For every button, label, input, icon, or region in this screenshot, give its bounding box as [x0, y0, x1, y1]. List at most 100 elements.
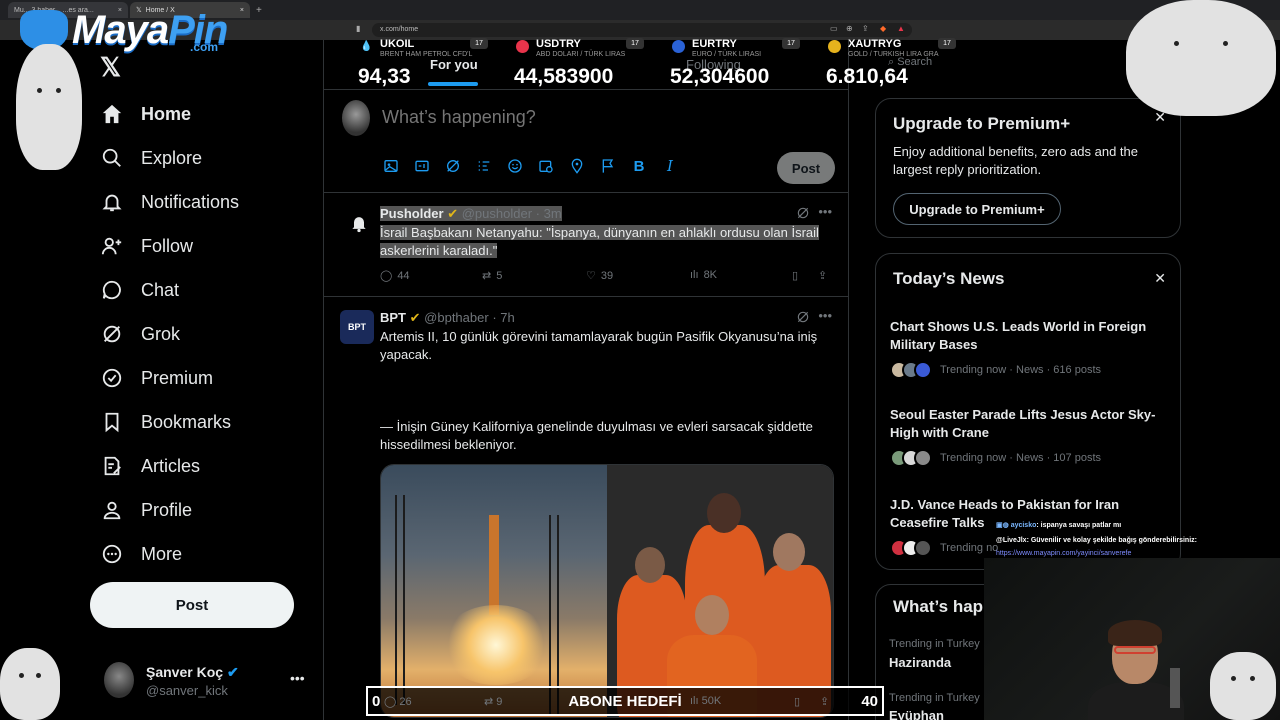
nav-item-premium[interactable]: Premium: [98, 356, 318, 400]
search-input[interactable]: ⌕ Search: [888, 56, 932, 69]
tweet-header: Pusholder ✔ @pusholder · 3m: [380, 206, 562, 222]
cast-icon[interactable]: ▭: [830, 24, 838, 33]
avatar[interactable]: BPT: [340, 310, 374, 344]
poll-icon[interactable]: [475, 157, 493, 175]
nav-label: Chat: [141, 279, 180, 300]
stream-chat: ▣◍ aycisko: ispanya savaşı patlar mı @Li…: [996, 519, 1276, 560]
bell-icon: [342, 206, 376, 240]
trend-context: Trending in Turkey: [889, 692, 980, 704]
account-switcher[interactable]: Şanver Koç ✔ @sanver_kick •••: [104, 660, 314, 704]
tweet-author[interactable]: Pusholder: [380, 206, 444, 221]
bookmark-icon[interactable]: ▯: [792, 269, 798, 282]
primary-nav: Home Explore Notifications Follow Chat G…: [98, 92, 318, 576]
share-icon: ⇪: [820, 696, 830, 708]
compose-input[interactable]: [382, 107, 822, 128]
nav-item-bookmarks[interactable]: Bookmarks: [98, 400, 318, 444]
nav-item-follow[interactable]: Follow: [98, 224, 318, 268]
person-icon: [98, 496, 126, 524]
x-logo-icon[interactable]: 𝕏: [100, 52, 121, 83]
image-icon[interactable]: [382, 157, 400, 175]
tweet-media[interactable]: [380, 464, 834, 718]
bookmark-icon[interactable]: ▮: [356, 24, 360, 33]
news-item-title: Chart Shows U.S. Leads World in Foreign …: [890, 319, 1147, 352]
grok-icon: [98, 320, 126, 348]
nav-label: Profile: [141, 499, 193, 520]
reply-button[interactable]: ◯ 44: [380, 269, 410, 283]
nav-item-grok[interactable]: Grok: [98, 312, 318, 356]
news-item[interactable]: Chart Shows U.S. Leads World in Foreign …: [890, 318, 1170, 380]
launch-tower: [395, 495, 405, 705]
location-icon[interactable]: [568, 157, 586, 175]
flag-icon: [516, 40, 529, 53]
nav-label: Home: [141, 103, 192, 124]
views-button[interactable]: ılı 8K: [690, 269, 717, 281]
upgrade-premium-button[interactable]: Upgrade to Premium+: [893, 193, 1061, 225]
streamer: [1108, 620, 1162, 646]
microphone: [1170, 668, 1180, 708]
bold-icon[interactable]: B: [630, 157, 648, 175]
cat-sticker: [16, 44, 82, 170]
nav-item-notifications[interactable]: Notifications: [98, 180, 318, 224]
trend-name[interactable]: Haziranda: [889, 655, 951, 670]
tweet-handle[interactable]: @pusholder: [462, 206, 532, 221]
nav-item-profile[interactable]: Profile: [98, 488, 318, 532]
logo-suffix: .com: [190, 40, 219, 54]
schedule-icon[interactable]: [537, 157, 555, 175]
chat-bubble-icon: [98, 276, 126, 304]
news-item-meta: Trending now · News · 616 posts: [890, 360, 1170, 380]
new-tab-icon[interactable]: +: [252, 5, 262, 16]
trend-name[interactable]: Eyüphan: [889, 708, 944, 720]
more-circle-icon: [98, 540, 126, 568]
whats-happening-title: What’s hap: [893, 597, 984, 616]
rewards-icon[interactable]: ▲: [897, 24, 905, 33]
trend-context: Trending in Turkey: [889, 638, 980, 650]
heart-icon: ♡: [586, 270, 596, 282]
nav-item-chat[interactable]: Chat: [98, 268, 318, 312]
like-button[interactable]: ♡ 39: [586, 269, 613, 283]
nav-item-articles[interactable]: Articles: [98, 444, 318, 488]
gif-icon[interactable]: [413, 157, 431, 175]
grok-icon[interactable]: [796, 206, 810, 225]
tweet-time[interactable]: · 7h: [492, 310, 514, 325]
tweet-time[interactable]: · 3m: [536, 206, 562, 221]
share-icon[interactable]: ⇪: [818, 269, 827, 282]
brave-shield-icon[interactable]: ◆: [880, 24, 886, 33]
compose-post-button[interactable]: Post: [777, 152, 835, 184]
avatar: [104, 662, 134, 698]
tweet[interactable]: BPT BPT ✔ @bpthaber · 7h ••• Artemis II,…: [324, 298, 848, 720]
post-button[interactable]: Post: [90, 582, 294, 628]
nav-item-home[interactable]: Home: [98, 92, 318, 136]
repost-icon: ⇄: [482, 270, 492, 282]
tweet-author[interactable]: BPT: [380, 310, 406, 325]
astronaut: [707, 493, 741, 533]
tweet-handle[interactable]: @bpthaber: [424, 310, 489, 325]
zoom-icon[interactable]: ⊕: [846, 24, 853, 33]
views-icon: ılı: [690, 269, 699, 281]
repost-button[interactable]: ⇄ 5: [482, 269, 502, 283]
tweet-header: BPT ✔ @bpthaber · 7h: [380, 310, 515, 326]
news-item[interactable]: Seoul Easter Parade Lifts Jesus Actor Sk…: [890, 406, 1170, 468]
verified-badge-icon: [98, 364, 126, 392]
more-dots-icon[interactable]: •••: [818, 308, 832, 323]
tradingview-badge: 17: [938, 38, 956, 49]
nav-item-more[interactable]: More: [98, 532, 318, 576]
gold-icon: [828, 40, 841, 53]
tweet-text: Artemis II, 10 günlük görevini tamamlaya…: [380, 329, 818, 362]
ticker-desc: ABD DOLARI / TÜRK LIRAS: [536, 51, 626, 58]
italic-icon[interactable]: I: [661, 157, 679, 175]
tweet[interactable]: Pusholder ✔ @pusholder · 3m ••• İsrail B…: [324, 194, 848, 297]
close-icon[interactable]: ✕: [1154, 270, 1166, 287]
ticker-symbol: UKOIL: [380, 38, 415, 50]
nav-item-explore[interactable]: Explore: [98, 136, 318, 180]
share-icon[interactable]: ⇪: [862, 24, 869, 33]
chat-message: ▣◍ aycisko: ispanya savaşı patlar mı: [996, 522, 1122, 529]
tradingview-badge: 17: [470, 38, 488, 49]
ticker-price: 44,583900: [514, 65, 614, 88]
grok-icon[interactable]: [444, 157, 462, 175]
grok-icon[interactable]: [796, 310, 810, 329]
more-dots-icon[interactable]: •••: [290, 670, 305, 686]
more-dots-icon[interactable]: •••: [818, 204, 832, 219]
flag-icon[interactable]: [599, 157, 617, 175]
news-item-meta: Trending now · News · 107 posts: [890, 448, 1170, 468]
emoji-icon[interactable]: [506, 157, 524, 175]
